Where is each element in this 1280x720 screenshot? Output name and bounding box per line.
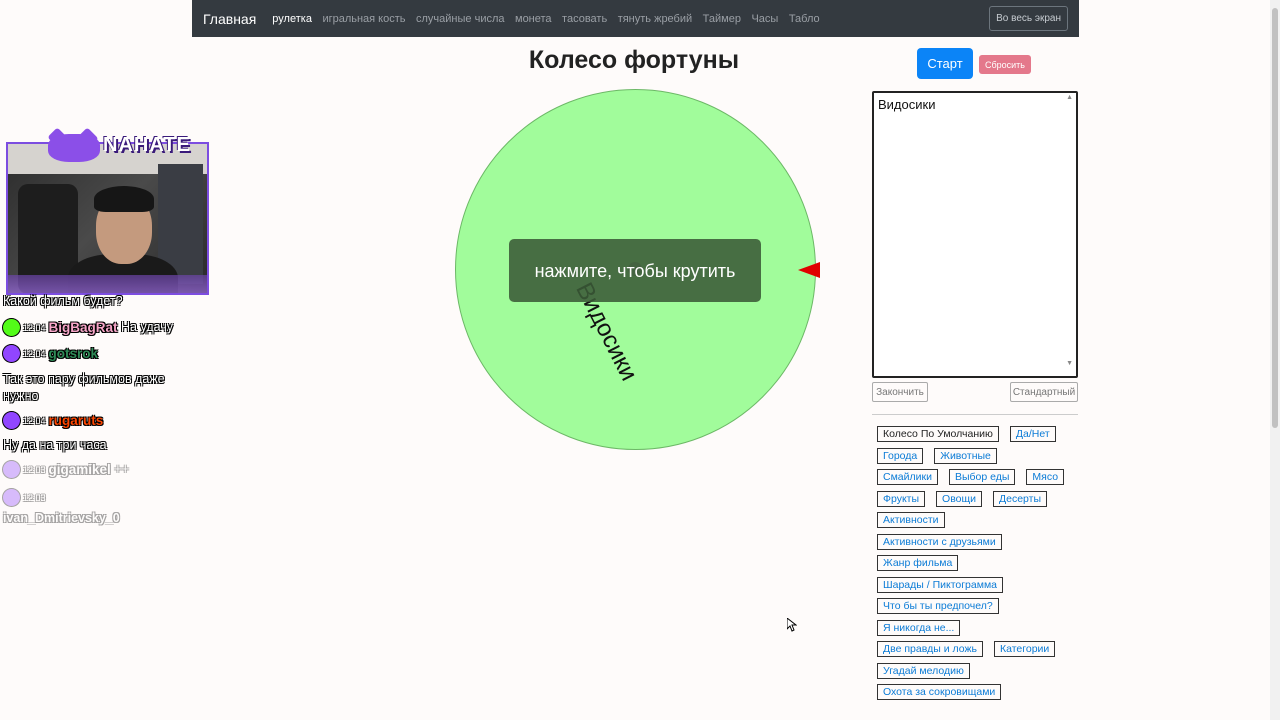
preset-yes-no[interactable]: Да/Нет bbox=[1009, 426, 1056, 442]
preset-vegetables[interactable]: Овощи bbox=[936, 490, 983, 507]
nav-link-timer[interactable]: Таймер bbox=[703, 13, 741, 25]
spin-overlay-text: нажмите, чтобы крутить bbox=[534, 260, 736, 281]
start-button[interactable]: Старт bbox=[917, 48, 973, 79]
chat-message: нужно bbox=[3, 389, 39, 403]
streamer-brand: NAHATE bbox=[103, 134, 191, 156]
scrollbar-thumb[interactable] bbox=[1272, 8, 1278, 428]
entries-textarea[interactable]: Видосики ▲ ▼ bbox=[872, 91, 1078, 378]
chat-nick: rugaruts bbox=[48, 413, 104, 428]
webcam-overlay bbox=[6, 142, 209, 295]
finish-button[interactable]: Закончить bbox=[872, 382, 928, 402]
standard-button[interactable]: Стандартный bbox=[1010, 382, 1078, 402]
nav-link-clock[interactable]: Часы bbox=[751, 13, 778, 25]
preset-row: Активности с друзьями bbox=[877, 533, 1087, 550]
webcam-person-hair bbox=[94, 186, 154, 212]
preset-row: Угадай мелодию bbox=[877, 662, 1087, 679]
nav-link-random-numbers[interactable]: случайные числа bbox=[416, 13, 504, 25]
chat-nick: BigBagRat bbox=[48, 320, 118, 335]
spin-overlay[interactable]: нажмите, чтобы крутить bbox=[509, 239, 761, 302]
preset-food-choice[interactable]: Выбор еды bbox=[948, 469, 1016, 485]
chat-message: 12:04 gotsrok bbox=[3, 345, 98, 362]
preset-emoji[interactable]: Смайлики bbox=[877, 469, 938, 485]
preset-row: Я никогда не... bbox=[877, 619, 1087, 636]
chat-time: 12:04 bbox=[23, 322, 46, 333]
fullscreen-button[interactable]: Во весь экран bbox=[989, 6, 1068, 31]
preset-row: Фрукты Овощи Десерты bbox=[877, 490, 1087, 507]
divider bbox=[872, 414, 1078, 415]
preset-two-truths[interactable]: Две правды и ложь bbox=[877, 641, 983, 657]
preset-categories[interactable]: Категории bbox=[994, 641, 1056, 657]
preset-treasure-hunt[interactable]: Охота за сокровищами bbox=[877, 684, 1002, 700]
twitch-icon bbox=[3, 489, 20, 506]
preset-row: Активности bbox=[877, 512, 1087, 528]
preset-fruits[interactable]: Фрукты bbox=[877, 490, 926, 507]
preset-animals[interactable]: Животные bbox=[934, 447, 997, 464]
preset-row: Города Животные bbox=[877, 447, 1087, 464]
chat-message: 12:04 BigBagRat На удачу bbox=[3, 319, 173, 336]
chat-message: 12:04 rugaruts bbox=[3, 412, 103, 429]
preset-desserts[interactable]: Десерты bbox=[993, 490, 1048, 507]
preset-row: Что бы ты предпочел? bbox=[877, 598, 1087, 614]
preset-row: Жанр фильма bbox=[877, 555, 1087, 571]
nav-home-link[interactable]: Главная bbox=[203, 11, 256, 27]
chat-message: Так это пару фильмов даже bbox=[3, 372, 165, 386]
page-scrollbar[interactable] bbox=[1270, 0, 1280, 720]
webcam-glow bbox=[8, 275, 207, 293]
nav-link-shuffle[interactable]: тасовать bbox=[562, 13, 607, 25]
preset-row: Две правды и ложь Категории bbox=[877, 641, 1087, 657]
nav-link-coin[interactable]: монета bbox=[515, 13, 552, 25]
preset-activities-friends[interactable]: Активности с друзьями bbox=[877, 533, 1002, 550]
scroll-down-icon[interactable]: ▼ bbox=[1066, 360, 1073, 367]
preset-charades[interactable]: Шарады / Пиктограмма bbox=[877, 576, 1004, 593]
nav-link-draw-lots[interactable]: тянуть жребий bbox=[618, 13, 692, 25]
preset-guess-melody[interactable]: Угадай мелодию bbox=[877, 662, 970, 679]
kick-icon bbox=[3, 319, 20, 336]
preset-activities[interactable]: Активности bbox=[877, 512, 945, 528]
preset-meat[interactable]: Мясо bbox=[1026, 469, 1065, 485]
chat-time: 12:04 bbox=[23, 415, 46, 426]
preset-never-have-i[interactable]: Я никогда не... bbox=[877, 619, 961, 636]
chat-message: Какой фильм будет? bbox=[3, 294, 123, 308]
chat-time: 12:04 bbox=[23, 348, 46, 359]
preset-default-wheel[interactable]: Колесо По Умолчанию bbox=[877, 426, 999, 442]
twitch-icon bbox=[3, 345, 20, 362]
preset-list: Колесо По Умолчанию Да/Нет Города Животн… bbox=[877, 426, 1087, 706]
chat-text: На удачу bbox=[121, 319, 174, 334]
chat-message: 12:03 bbox=[3, 489, 49, 506]
chat-message: 12:03 gigamikel ++ bbox=[3, 461, 129, 478]
entries-text: Видосики bbox=[878, 97, 936, 112]
scroll-up-icon[interactable]: ▲ bbox=[1066, 94, 1073, 101]
page-title: Колесо фортуны bbox=[528, 46, 740, 74]
preset-row: Шарады / Пиктограмма bbox=[877, 576, 1087, 593]
chat-nick: ivan_Dmitrievsky_0 bbox=[3, 511, 120, 525]
top-navbar: Главная рулетка игральная кость случайны… bbox=[192, 0, 1079, 37]
nav-link-roulette[interactable]: рулетка bbox=[272, 13, 312, 25]
chat-nick: gigamikel bbox=[48, 462, 111, 477]
gamepad-logo-icon bbox=[48, 134, 100, 162]
wheel-pointer-icon bbox=[798, 262, 820, 278]
chat-time: 12:03 bbox=[23, 492, 46, 503]
reset-button[interactable]: Сбросить bbox=[979, 55, 1031, 74]
nav-link-scoreboard[interactable]: Табло bbox=[789, 13, 820, 25]
chat-time: 12:03 bbox=[23, 464, 46, 475]
twitch-icon bbox=[3, 412, 20, 429]
chat-message: Ну да на три часа bbox=[3, 438, 107, 452]
preset-row: Охота за сокровищами bbox=[877, 684, 1087, 700]
twitch-icon bbox=[3, 461, 20, 478]
chat-text: ++ bbox=[114, 461, 129, 476]
nav-link-dice[interactable]: игральная кость bbox=[322, 13, 405, 25]
preset-cities[interactable]: Города bbox=[877, 447, 924, 464]
preset-movie-genre[interactable]: Жанр фильма bbox=[877, 555, 959, 571]
preset-would-you-rather[interactable]: Что бы ты предпочел? bbox=[877, 598, 999, 614]
chat-nick: gotsrok bbox=[48, 346, 99, 361]
preset-row: Смайлики Выбор еды Мясо bbox=[877, 469, 1087, 485]
preset-row: Колесо По Умолчанию Да/Нет bbox=[877, 426, 1087, 442]
